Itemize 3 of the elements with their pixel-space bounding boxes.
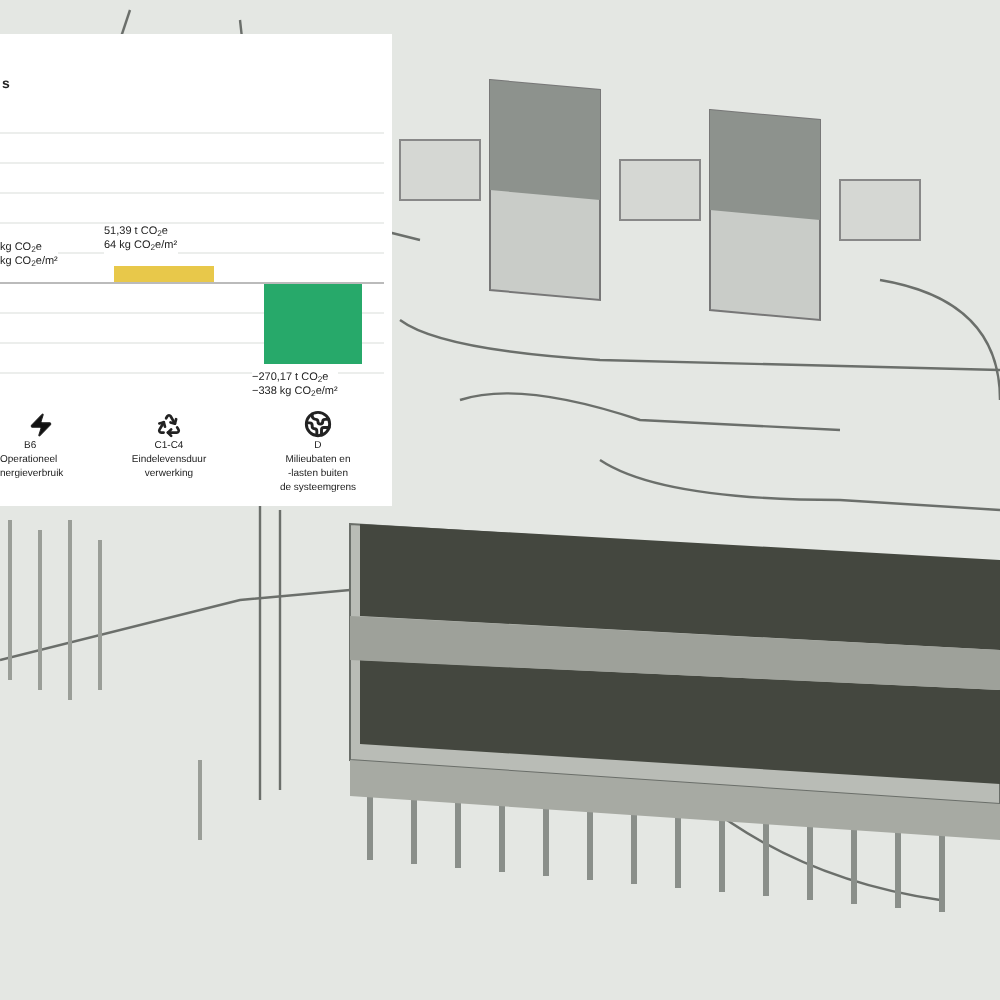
lightning-icon <box>28 411 54 437</box>
globe-icon <box>304 410 332 438</box>
recycle-icon <box>156 411 182 437</box>
